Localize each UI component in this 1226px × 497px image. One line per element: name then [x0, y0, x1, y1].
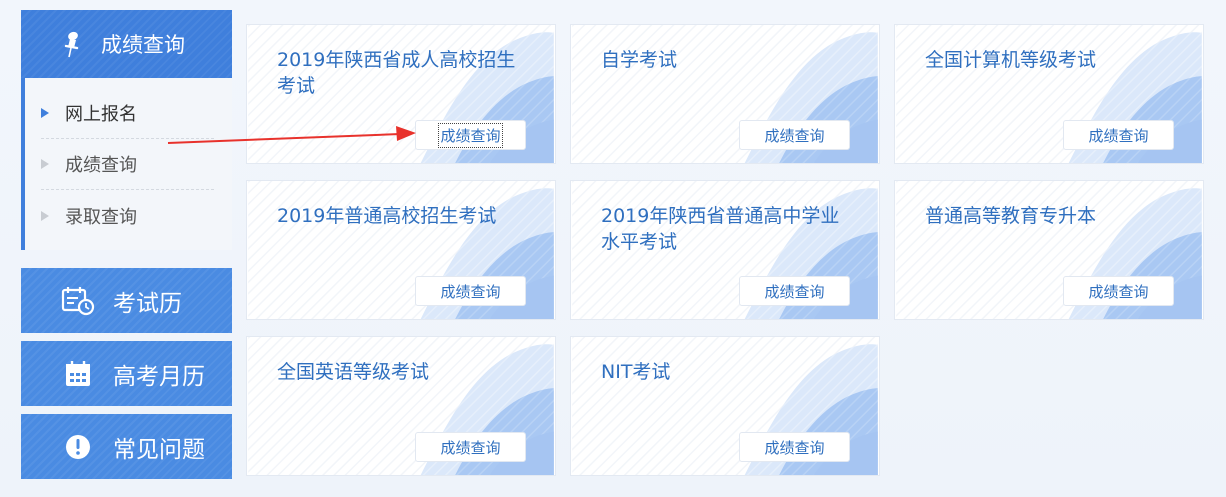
card-nit-exam: NIT考试 成绩查询	[570, 336, 880, 476]
card-title: 普通高等教育专升本	[925, 205, 1097, 227]
card-self-study-exam: 自学考试 成绩查询	[570, 24, 880, 164]
score-query-button-label: 成绩查询	[440, 438, 501, 457]
submenu-item-admission-query[interactable]: 录取查询	[41, 190, 214, 241]
submenu-item-label: 录取查询	[65, 206, 137, 228]
calendar-clock-icon	[61, 284, 95, 318]
triangle-right-icon	[41, 210, 49, 221]
score-query-button-label: 成绩查询	[1088, 126, 1149, 145]
exam-calendar-button[interactable]: 考试历	[21, 268, 232, 333]
score-query-button[interactable]: 成绩查询	[739, 276, 850, 306]
gaokao-calendar-label: 高考月历	[113, 363, 205, 390]
score-query-button[interactable]: 成绩查询	[415, 120, 526, 150]
exam-calendar-label: 考试历	[113, 290, 182, 317]
card-title: NIT考试	[601, 361, 671, 383]
exclamation-icon	[61, 430, 95, 464]
score-query-header-label: 成绩查询	[101, 33, 185, 57]
submenu: 网上报名 成绩查询 录取查询	[21, 78, 232, 250]
card-upgrade-bachelor-exam: 普通高等教育专升本 成绩查询	[894, 180, 1204, 320]
score-query-button[interactable]: 成绩查询	[739, 120, 850, 150]
score-query-button-label: 成绩查询	[1088, 282, 1149, 301]
card-academic-proficiency-exam: 2019年陕西省普通高中学业水平考试 成绩查询	[570, 180, 880, 320]
calendar-icon	[61, 357, 95, 391]
card-title: 全国计算机等级考试	[925, 49, 1097, 71]
sidebar: 成绩查询 网上报名 成绩查询 录取查询 考试历 高考月历 常见问题	[21, 10, 232, 479]
card-title: 2019年陕西省成人高校招生考试	[277, 49, 516, 97]
score-query-button-label: 成绩查询	[764, 126, 825, 145]
triangle-right-icon	[41, 108, 49, 118]
score-query-button-label: 成绩查询	[438, 122, 503, 148]
card-title: 自学考试	[601, 49, 678, 71]
score-query-button-label: 成绩查询	[764, 282, 825, 301]
score-query-button[interactable]: 成绩查询	[415, 432, 526, 462]
triangle-right-icon	[41, 159, 49, 169]
score-query-button[interactable]: 成绩查询	[415, 276, 526, 306]
submenu-item-label: 网上报名	[65, 104, 137, 125]
card-english-rank-exam: 全国英语等级考试 成绩查询	[246, 336, 556, 476]
card-title: 2019年陕西省普通高中学业水平考试	[601, 205, 840, 253]
card-computer-rank-exam: 全国计算机等级考试 成绩查询	[894, 24, 1204, 164]
card-title: 全国英语等级考试	[277, 361, 430, 383]
submenu-item-score-query[interactable]: 成绩查询	[41, 139, 214, 190]
gaokao-calendar-button[interactable]: 高考月历	[21, 341, 232, 406]
submenu-item-online-registration[interactable]: 网上报名	[41, 88, 214, 139]
submenu-item-label: 成绩查询	[65, 155, 137, 176]
score-query-button[interactable]: 成绩查询	[739, 432, 850, 462]
card-college-entrance-exam: 2019年普通高校招生考试 成绩查询	[246, 180, 556, 320]
score-query-button[interactable]: 成绩查询	[1063, 276, 1174, 306]
score-query-button[interactable]: 成绩查询	[1063, 120, 1174, 150]
score-query-button-label: 成绩查询	[440, 282, 501, 301]
faq-label: 常见问题	[113, 436, 205, 463]
score-query-button-label: 成绩查询	[764, 438, 825, 457]
card-title: 2019年普通高校招生考试	[277, 205, 497, 227]
pin-icon	[59, 29, 87, 59]
faq-button[interactable]: 常见问题	[21, 414, 232, 479]
card-adult-college-exam: 2019年陕西省成人高校招生考试 成绩查询	[246, 24, 556, 164]
score-query-header[interactable]: 成绩查询	[21, 10, 232, 78]
